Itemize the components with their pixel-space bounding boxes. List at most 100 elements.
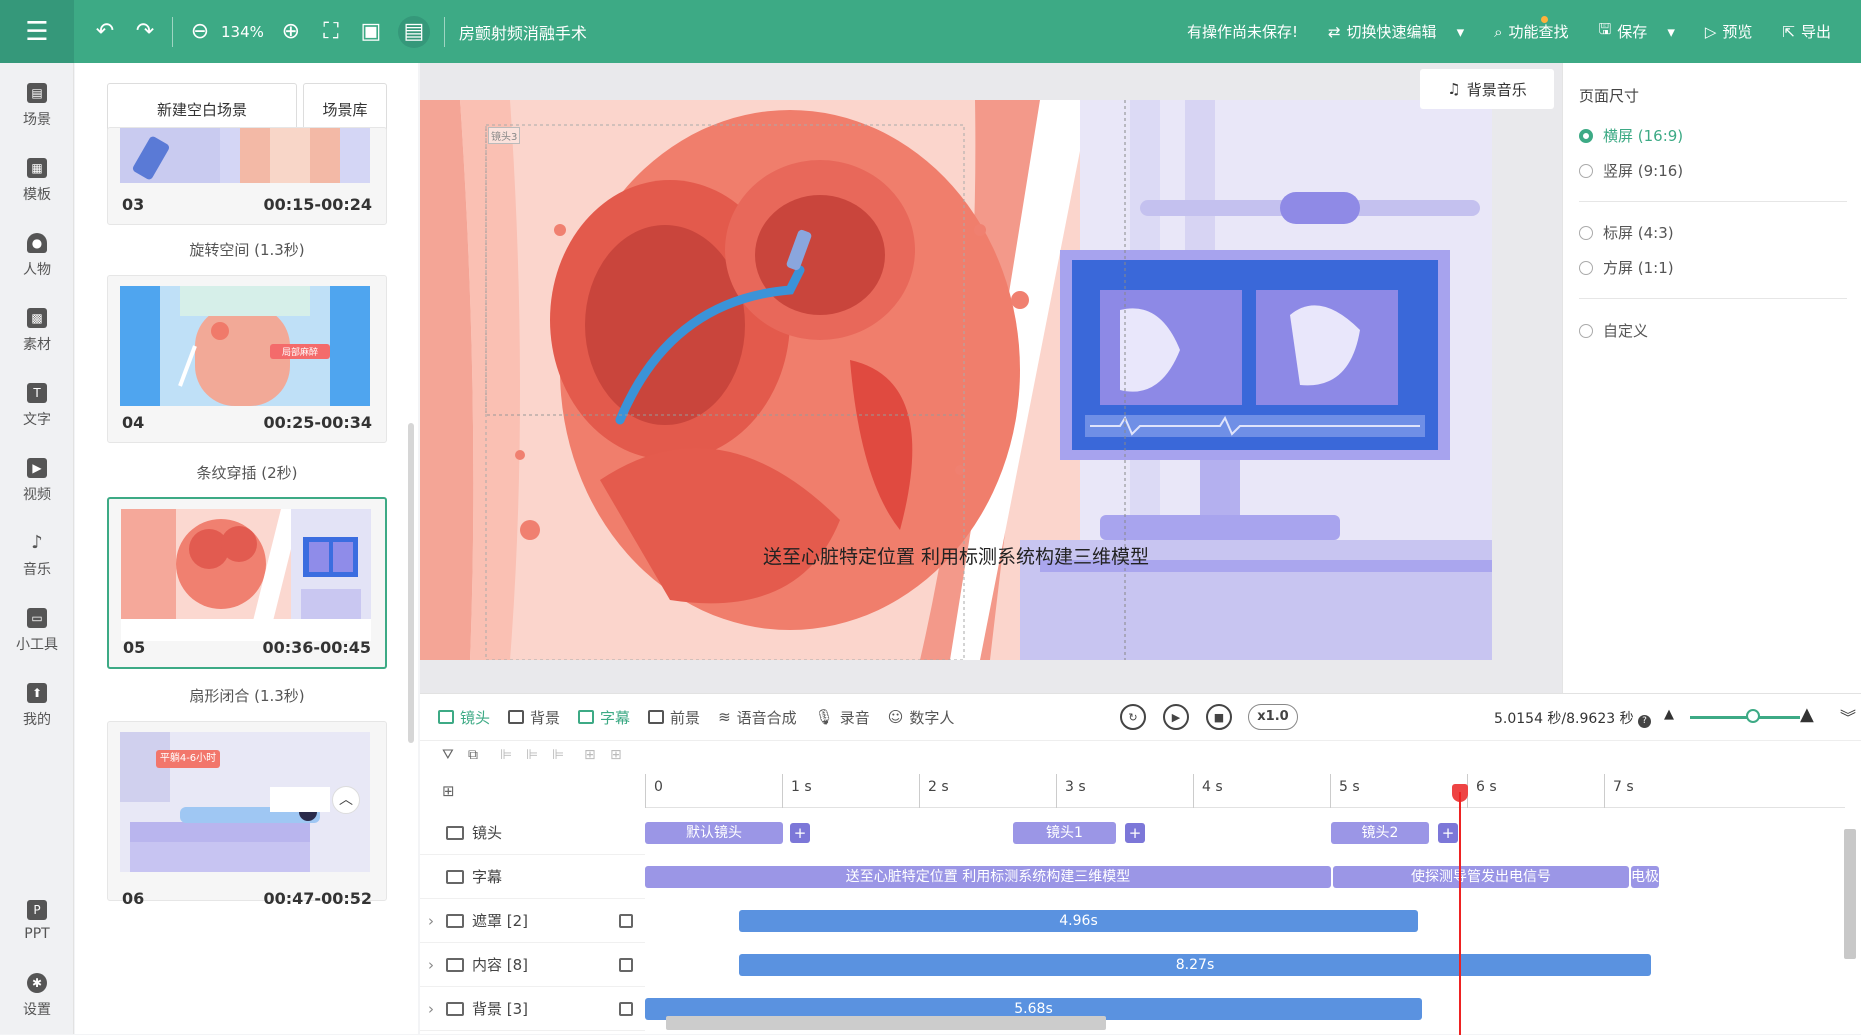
help-icon: ?	[1638, 715, 1652, 728]
menu-icon[interactable]: ☰	[0, 0, 74, 63]
time-readout: 5.0154 秒/8.9623 秒 ?	[1494, 708, 1652, 728]
timeline-h-scrollbar[interactable]	[666, 1016, 1106, 1030]
nav-scene[interactable]: ▤ 场景	[0, 68, 74, 143]
align-left-icon[interactable]: ⊫	[500, 747, 512, 763]
export-layer-icon	[619, 913, 633, 928]
align-center-icon[interactable]: ⊫	[526, 747, 538, 763]
nav-settings[interactable]: ✱ 设置	[0, 958, 74, 1033]
add-lens-button[interactable]: +	[1438, 823, 1458, 843]
scene-card-04[interactable]: 局部麻醉 04 00:25-00:34	[107, 275, 387, 443]
nav-tools[interactable]: ▭ 小工具	[0, 593, 74, 668]
quick-edit-button[interactable]: ⇄ 切换快速编辑 ▾	[1328, 21, 1464, 42]
track-background[interactable]: › 背景 [3]	[420, 987, 645, 1031]
export-icon: ⇱	[1782, 22, 1795, 41]
video-icon: ▶	[27, 457, 47, 478]
divider	[172, 16, 173, 47]
background-music-button[interactable]: ♫ 背景音乐	[1420, 69, 1554, 109]
lens-clip[interactable]: 镜头1	[1013, 822, 1116, 844]
distribute-icon[interactable]: ⊞	[584, 747, 596, 763]
scene-card-06[interactable]: 平躺4-6小时 ︿ 06 00:47-00:52	[107, 721, 387, 908]
distribute-v-icon[interactable]: ⊞	[610, 747, 622, 763]
tab-digital-human[interactable]: ☺ 数字人	[888, 707, 955, 728]
nav-video[interactable]: ▶ 视频	[0, 443, 74, 518]
layers-icon[interactable]: ⧉	[468, 747, 478, 763]
zoom-small-icon[interactable]: ▲	[1664, 707, 1674, 722]
undo-icon[interactable]: ↶	[92, 19, 118, 44]
tools-icon: ▭	[27, 607, 47, 628]
save-button[interactable]: 🖫 保存 ▾	[1599, 19, 1675, 44]
scene-card-03[interactable]: 03 00:15-00:24	[107, 127, 387, 225]
export-button[interactable]: ⇱ 导出	[1782, 21, 1831, 42]
tab-tts[interactable]: ≋ 语音合成	[718, 707, 797, 728]
radio-portrait[interactable]: 竖屏 (9:16)	[1579, 160, 1683, 181]
nav-mine[interactable]: ⬆ 我的	[0, 668, 74, 743]
nav-material[interactable]: ▩ 素材	[0, 293, 74, 368]
filter-icon[interactable]: ⛛	[442, 747, 454, 763]
speed-button[interactable]: x1.0	[1248, 704, 1298, 730]
zoom-out-icon[interactable]: ⊖	[187, 19, 213, 44]
tab-lens[interactable]: 镜头	[438, 707, 490, 728]
timeline-v-scrollbar[interactable]	[1844, 829, 1856, 959]
tab-foreground[interactable]: 前景	[648, 707, 700, 728]
fit-icon[interactable]: ▣	[358, 19, 384, 44]
tab-background[interactable]: 背景	[508, 707, 560, 728]
zoom-slider[interactable]	[1690, 716, 1800, 719]
nav-ppt[interactable]: P PPT	[0, 883, 74, 958]
chevron-up-icon[interactable]: ︿	[332, 786, 360, 814]
redo-icon[interactable]: ↷	[132, 19, 158, 44]
subtitle-clip[interactable]: 使探测导管发出电信号	[1333, 866, 1629, 888]
play-icon[interactable]: ▶	[1163, 704, 1189, 730]
chevron-down-icon: ▾	[1456, 22, 1465, 41]
replay-icon[interactable]: ↻	[1120, 704, 1146, 730]
transition-label[interactable]: 旋转空间 (1.3秒)	[107, 239, 387, 260]
canvas-subtitle[interactable]: 送至心脏特定位置 利用标测系统构建三维模型	[420, 542, 1492, 569]
tab-subtitle[interactable]: 字幕	[578, 707, 630, 728]
lens-clip[interactable]: 默认镜头	[645, 822, 783, 844]
divider	[1579, 298, 1847, 299]
page-size-panel: 页面尺寸 横屏 (16:9) 竖屏 (9:16) 标屏 (4:3) 方屏 (1:…	[1562, 63, 1861, 693]
find-feature-button[interactable]: ⌕ 功能查找	[1494, 21, 1568, 42]
fullscreen-icon[interactable]: ⛶	[318, 19, 344, 44]
preview-button[interactable]: ▷ 预览	[1705, 21, 1753, 42]
transition-label[interactable]: 扇形闭合 (1.3秒)	[107, 685, 387, 706]
lens-clip[interactable]: 镜头2	[1331, 822, 1429, 844]
stage[interactable]: 镜头3 送至心脏特定位置 利用标测系统构建三维模型	[420, 100, 1492, 660]
zoom-in-icon[interactable]: ⊕	[278, 19, 304, 44]
nav-template[interactable]: ▦ 模板	[0, 143, 74, 218]
track-lens[interactable]: 镜头	[420, 811, 645, 855]
align-right-icon[interactable]: ⊫	[552, 747, 564, 763]
nav-person[interactable]: ● 人物	[0, 218, 74, 293]
scene-artwork	[420, 100, 1492, 660]
project-title[interactable]: 房颤射频消融手术	[459, 20, 587, 44]
mask-bar[interactable]: 4.96s	[739, 910, 1418, 932]
grid-icon[interactable]: ▤	[397, 15, 430, 48]
zoom-large-icon[interactable]: ▲	[1800, 704, 1814, 725]
transition-label[interactable]: 条纹穿插 (2秒)	[107, 462, 387, 483]
nav-text[interactable]: T 文字	[0, 368, 74, 443]
track-subtitle[interactable]: 字幕	[420, 855, 645, 899]
layer-icon	[446, 913, 464, 928]
lens-tag[interactable]: 镜头3	[488, 127, 521, 144]
subtitle-clip[interactable]: 电极	[1631, 866, 1659, 888]
radio-standard[interactable]: 标屏 (4:3)	[1579, 222, 1674, 243]
track-content[interactable]: › 内容 [8]	[420, 943, 645, 987]
tab-record[interactable]: 🎙 录音	[815, 707, 870, 728]
add-lens-button[interactable]: +	[790, 823, 810, 843]
scene-card-05[interactable]: 05 00:36-00:45	[107, 497, 387, 669]
collapse-icon[interactable]: ︾	[1840, 704, 1856, 728]
subtitle-clip[interactable]: 送至心脏特定位置 利用标测系统构建三维模型	[645, 866, 1331, 888]
stop-icon[interactable]: ■	[1206, 704, 1232, 730]
add-lens-button[interactable]: +	[1125, 823, 1145, 843]
scene-scrollbar[interactable]	[408, 423, 414, 743]
track-layout-icon[interactable]: ⊞	[442, 782, 455, 800]
zoom-level: 134%	[221, 22, 264, 41]
zoom-slider-handle[interactable]	[1746, 709, 1760, 723]
radio-landscape[interactable]: 横屏 (16:9)	[1579, 125, 1683, 146]
content-bar[interactable]: 8.27s	[739, 954, 1651, 976]
nav-music[interactable]: ♪ 音乐	[0, 518, 74, 593]
playhead[interactable]	[1459, 792, 1461, 1035]
radio-custom[interactable]: 自定义	[1579, 320, 1648, 341]
radio-square[interactable]: 方屏 (1:1)	[1579, 257, 1674, 278]
track-mask[interactable]: › 遮罩 [2]	[420, 899, 645, 943]
time-ruler[interactable]: 0 1 s 2 s 3 s 4 s 5 s 6 s 7 s	[645, 774, 1845, 808]
